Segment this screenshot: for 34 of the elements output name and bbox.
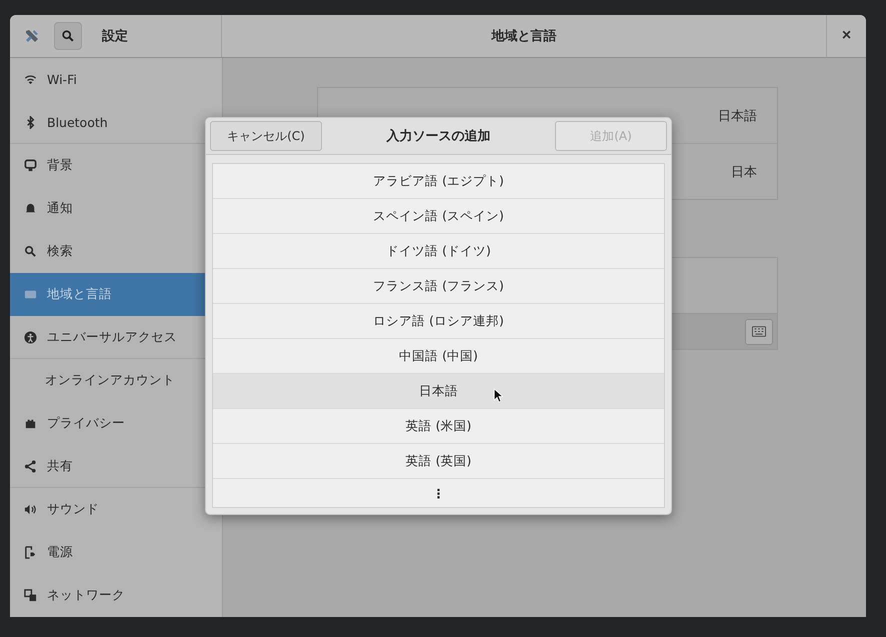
network-icon [24, 589, 37, 602]
language-item[interactable]: ドイツ語 (ドイツ) [213, 234, 664, 269]
monitor-icon [24, 159, 37, 172]
search-button[interactable] [54, 22, 82, 50]
language-item[interactable]: 日本語 [213, 374, 664, 409]
accessibility-icon [24, 330, 37, 344]
language-item[interactable]: 英語 (米国) [213, 409, 664, 444]
setting-value: 日本 [731, 164, 757, 180]
language-item[interactable]: スペイン語 (スペイン) [213, 199, 664, 234]
power-icon [24, 546, 37, 559]
wifi-icon [24, 73, 37, 86]
sidebar-item[interactable]: Wi-Fi [10, 58, 222, 101]
window-title: 地域と言語 [490, 28, 558, 45]
sidebar-item[interactable]: ネットワーク [10, 574, 222, 617]
dialog-title: 入力ソースの追加 [386, 128, 490, 145]
search-icon [24, 245, 37, 258]
language-item[interactable]: ロシア語 (ロシア連邦) [213, 304, 664, 339]
bell-icon [24, 202, 37, 215]
tools-icon[interactable] [24, 28, 40, 44]
setting-value: 日本語 [718, 108, 757, 124]
sidebar-item[interactable]: 電源 [10, 531, 222, 574]
search-icon [61, 29, 75, 43]
language-item[interactable]: フランス語 (フランス) [213, 269, 664, 304]
language-item[interactable]: 英語 (英国) [213, 444, 664, 479]
bluetooth-icon [24, 116, 37, 128]
cancel-button[interactable]: キャンセル(C) [210, 121, 322, 151]
share-icon [24, 460, 37, 472]
keyboard-icon [752, 326, 766, 337]
speaker-icon [24, 503, 37, 516]
language-item[interactable]: アラビア語 (エジプト) [213, 164, 664, 199]
mouse-pointer-icon [493, 388, 503, 403]
app-title: 設定 [102, 28, 128, 45]
keyboard-button[interactable] [745, 318, 773, 344]
close-button[interactable]: × [826, 15, 866, 57]
